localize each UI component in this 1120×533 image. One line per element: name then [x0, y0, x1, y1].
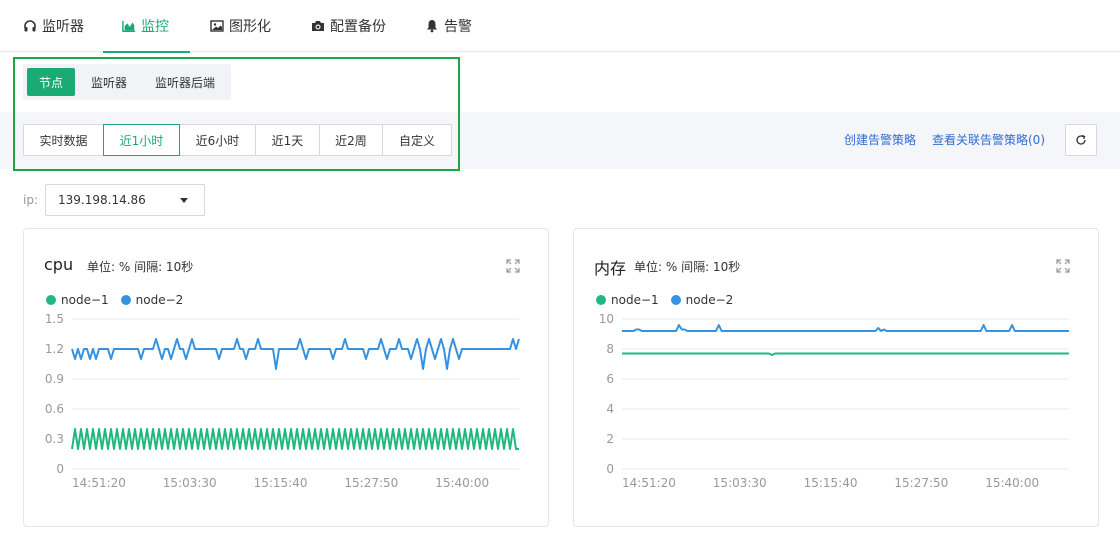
y-tick-label: 1.5: [45, 312, 64, 326]
chart-legend: node−1 node−2: [46, 293, 195, 307]
chart-unit: 单位: % 间隔: 10秒: [634, 260, 741, 274]
y-tick-label: 0: [56, 462, 64, 476]
legend-label: node−2: [135, 293, 184, 307]
time-custom-button[interactable]: 自定义: [382, 124, 452, 156]
x-tick-label: 15:03:30: [713, 476, 767, 490]
tab-label: 配置备份: [330, 19, 386, 35]
ip-select[interactable]: 139.198.14.86: [45, 184, 205, 216]
legend-item-node2[interactable]: node−2: [120, 293, 184, 307]
tab-label: 监听器: [42, 19, 84, 35]
tab-label: 图形化: [229, 19, 271, 35]
sub-tab-bar: 节点 监听器 监听器后端: [23, 64, 231, 100]
series-line-1: [71, 428, 519, 450]
tab-alarm[interactable]: 告警: [425, 0, 472, 52]
refresh-button[interactable]: [1065, 124, 1097, 156]
legend-item-node2[interactable]: node−2: [670, 293, 734, 307]
subtab-listener-backend[interactable]: 监听器后端: [143, 68, 227, 96]
area-chart-icon: [122, 19, 136, 33]
y-tick-label: 8: [606, 342, 614, 356]
x-tick-label: 15:27:50: [894, 476, 948, 490]
time-1h-button[interactable]: 近1小时: [103, 124, 180, 156]
caret-down-icon: [180, 198, 188, 203]
legend-item-node1[interactable]: node−1: [596, 293, 659, 307]
ip-label: ip:: [23, 193, 38, 207]
y-tick-label: 10: [599, 312, 614, 326]
x-tick-label: 15:27:50: [344, 476, 398, 490]
tab-graph[interactable]: 图形化: [210, 0, 271, 52]
time-1d-button[interactable]: 近1天: [255, 124, 320, 156]
x-tick-label: 15:03:30: [163, 476, 217, 490]
tab-listener[interactable]: 监听器: [23, 0, 84, 52]
legend-label: node−1: [611, 293, 659, 307]
chart-title: 内存: [594, 259, 627, 278]
top-tab-bar: 监听器 监控 图形化 配置备份 告警: [0, 0, 1120, 53]
x-tick-label: 15:40:00: [985, 476, 1039, 490]
legend-dot: [46, 295, 56, 305]
tab-label: 监控: [141, 19, 169, 35]
cpu-chart-panel: 0 0.3 0.6 0.9 1.2 1.5 14:51:20 15:03:30 15:15:40…: [23, 228, 549, 527]
series-line-2: [622, 324, 1069, 332]
y-tick-label: 2: [606, 432, 614, 446]
y-tick-label: 4: [606, 402, 614, 416]
subtab-node[interactable]: 节点: [27, 68, 75, 96]
time-realtime-button[interactable]: 实时数据: [23, 124, 104, 156]
create-alarm-link[interactable]: 创建告警策略: [844, 131, 916, 148]
subtab-listener[interactable]: 监听器: [79, 68, 139, 96]
headset-icon: [23, 19, 37, 33]
x-tick-label: 15:15:40: [804, 476, 858, 490]
time-range-group: 实时数据 近1小时 近6小时 近1天 近2周 自定义: [23, 124, 452, 156]
x-tick-label: 14:51:20: [622, 476, 676, 490]
view-alarm-link[interactable]: 查看关联告警策略(0): [932, 131, 1045, 148]
expand-icon[interactable]: [1056, 259, 1070, 273]
time-6h-button[interactable]: 近6小时: [179, 124, 256, 156]
legend-dot: [670, 295, 681, 305]
legend-item-node1[interactable]: node−1: [46, 293, 109, 307]
y-tick-label: 1.2: [45, 342, 64, 356]
y-tick-label: 0.6: [45, 402, 64, 416]
memory-chart-panel: 0 2 4 6 8 10 14:51:20 15:03:30 15:15:40 15:27:50 1…: [573, 228, 1099, 527]
y-tick-label: 6: [606, 372, 614, 386]
chart-legend: node−1 node−2: [596, 293, 745, 307]
tab-monitor[interactable]: 监控: [103, 0, 190, 53]
legend-label: node−2: [685, 293, 734, 307]
expand-icon[interactable]: [506, 259, 520, 273]
x-tick-label: 15:15:40: [254, 476, 308, 490]
series-line-2: [71, 338, 520, 370]
series-line-1: [622, 352, 1069, 356]
legend-dot: [596, 295, 606, 305]
ip-value: 139.198.14.86: [58, 193, 146, 207]
y-tick-label: 0.9: [45, 372, 64, 386]
refresh-icon: [1076, 134, 1086, 145]
image-icon: [210, 19, 224, 33]
time-2w-button[interactable]: 近2周: [319, 124, 383, 156]
y-tick-label: 0: [606, 462, 614, 476]
x-tick-label: 15:40:00: [435, 476, 489, 490]
x-tick-label: 14:51:20: [72, 476, 126, 490]
legend-label: node−1: [61, 293, 109, 307]
tab-config-backup[interactable]: 配置备份: [311, 0, 386, 52]
tab-label: 告警: [444, 19, 472, 35]
y-tick-label: 0.3: [45, 432, 64, 446]
bell-icon: [425, 19, 439, 33]
legend-dot: [120, 295, 131, 305]
camera-icon: [311, 19, 325, 33]
chart-title: cpu: [44, 255, 74, 274]
chart-unit: 单位: % 间隔: 10秒: [87, 260, 194, 274]
